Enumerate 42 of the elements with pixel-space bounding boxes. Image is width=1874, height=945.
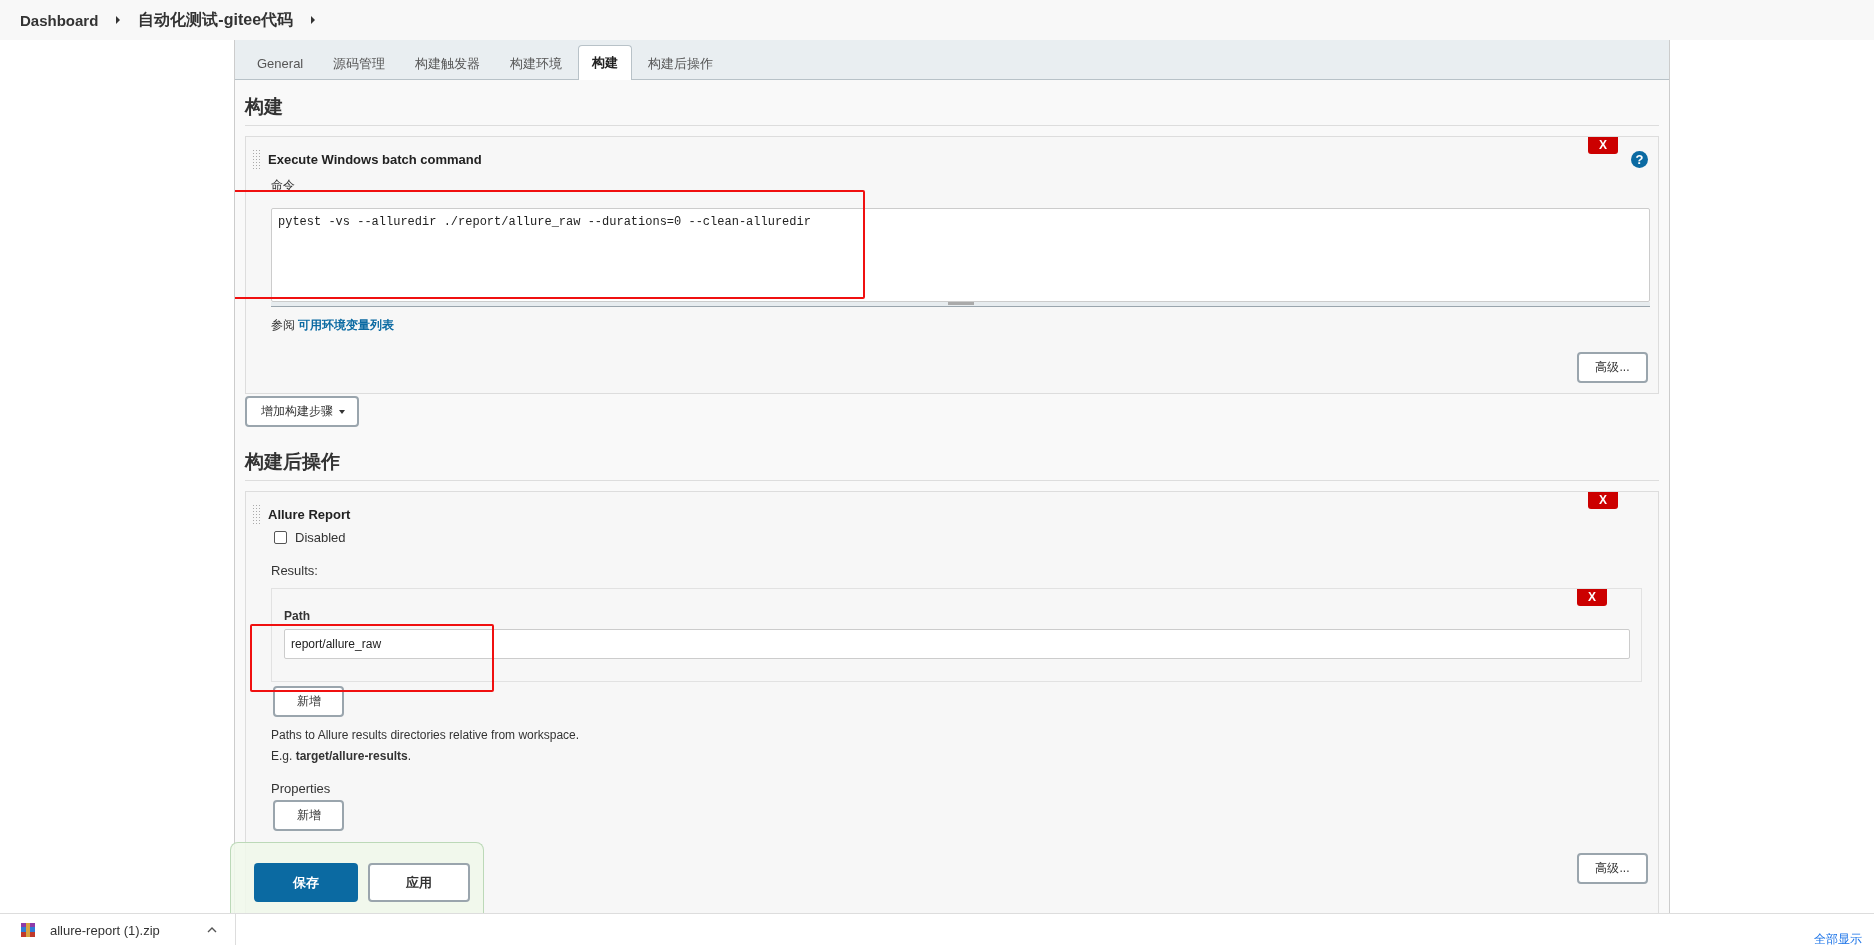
step-title: Allure Report: [268, 506, 351, 522]
checkbox[interactable]: [274, 531, 287, 544]
caret-icon[interactable]: [311, 16, 316, 24]
tab[interactable]: 构建后操作: [634, 46, 728, 80]
advanced-button[interactable]: 高级...: [1577, 853, 1648, 884]
path-field[interactable]: report/allure_raw: [284, 629, 1630, 659]
delete-button[interactable]: X: [1588, 492, 1618, 509]
example-text: E.g. target/allure-results.: [271, 748, 413, 765]
save-button[interactable]: 保存: [254, 863, 358, 902]
add-button[interactable]: 新增: [273, 800, 344, 831]
command-field[interactable]: pytest -vs --alluredir ./report/allure_raw --durations=0 --clean-alluredir: [271, 208, 1650, 302]
section-heading: 构建后操作: [245, 449, 1659, 481]
download-file-name[interactable]: allure-report (1).zip: [50, 922, 160, 938]
help-text: Paths to Allure results directories relative from workspace.: [271, 727, 581, 744]
breadcrumb-link[interactable]: 自动化测试-gitee代码: [138, 9, 294, 31]
field-label: Results:: [271, 563, 319, 578]
apply-button[interactable]: 应用: [368, 863, 470, 902]
env-vars-link[interactable]: 可用环境变量列表: [298, 318, 395, 332]
tab[interactable]: 构建环境: [496, 46, 577, 80]
delete-button[interactable]: X: [1577, 589, 1607, 606]
add-step-button[interactable]: 增加构建步骤: [245, 396, 359, 427]
add-button[interactable]: 新增: [273, 686, 344, 717]
checkbox-label: Disabled: [295, 530, 346, 545]
caret-icon[interactable]: [116, 16, 121, 24]
archive-icon[interactable]: [20, 922, 36, 938]
see-also-text: 参阅 可用环境变量列表: [271, 317, 396, 334]
tab[interactable]: 构建: [578, 45, 633, 80]
advanced-button[interactable]: 高级...: [1577, 352, 1648, 383]
tab[interactable]: 源码管理: [319, 46, 400, 80]
tab[interactable]: General: [243, 46, 318, 80]
breadcrumb-link[interactable]: Dashboard: [20, 11, 99, 29]
field-label: Properties: [271, 781, 332, 796]
step-title: Execute Windows batch command: [268, 151, 482, 167]
help-icon[interactable]: ?: [1631, 151, 1648, 168]
resize-handle[interactable]: [271, 302, 1650, 307]
delete-button[interactable]: X: [1588, 137, 1618, 154]
show-all-link[interactable]: 全部显示: [1814, 932, 1862, 945]
field-label: 命令: [271, 177, 295, 194]
field-label: Path: [284, 609, 311, 623]
tab[interactable]: 构建触发器: [401, 46, 495, 80]
section-heading: 构建: [245, 94, 1659, 126]
chevron-up-icon[interactable]: [207, 927, 217, 933]
